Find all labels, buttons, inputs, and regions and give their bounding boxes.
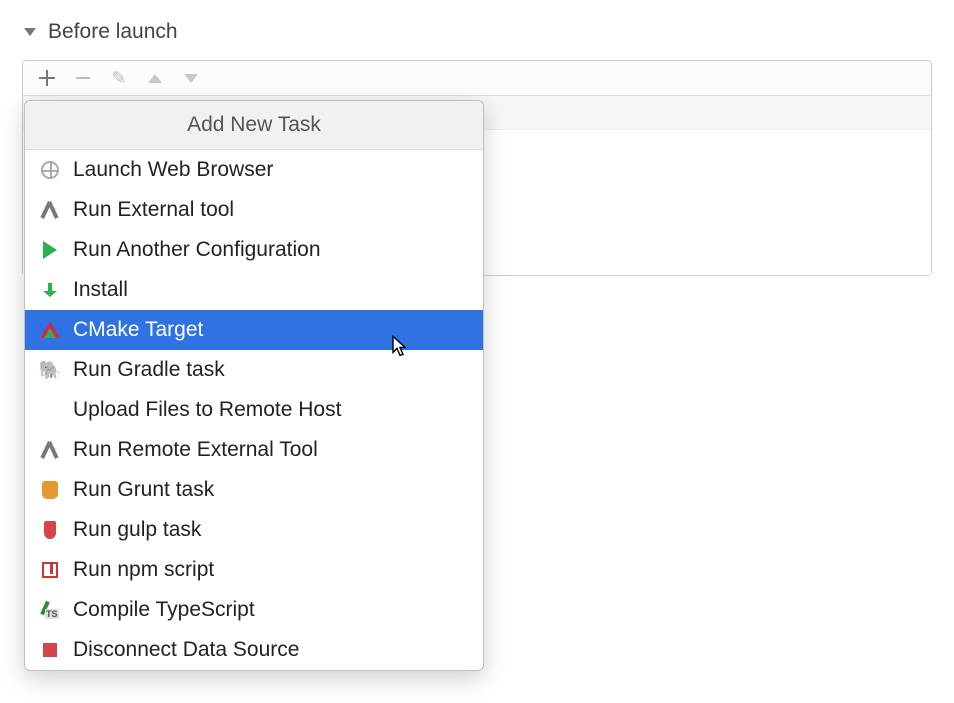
menu-item-run-remote-external-tool[interactable]: Run Remote External Tool bbox=[25, 430, 483, 470]
menu-item-label: Compile TypeScript bbox=[73, 598, 255, 622]
popup-title: Add New Task bbox=[25, 101, 483, 150]
disclosure-triangle-icon[interactable] bbox=[24, 28, 36, 36]
menu-item-label: Run Gradle task bbox=[73, 358, 225, 382]
cmake-icon bbox=[39, 319, 61, 341]
gulp-icon bbox=[39, 519, 61, 541]
menu-item-label: Upload Files to Remote Host bbox=[73, 398, 341, 422]
add-new-task-popup: Add New Task Launch Web Browser Run Exter… bbox=[24, 100, 484, 671]
blank-icon bbox=[39, 399, 61, 421]
play-icon bbox=[39, 239, 61, 261]
plus-icon bbox=[39, 70, 55, 86]
move-down-button[interactable] bbox=[173, 63, 209, 93]
move-up-button[interactable] bbox=[137, 63, 173, 93]
npm-icon bbox=[39, 559, 61, 581]
menu-item-run-grunt-task[interactable]: Run Grunt task bbox=[25, 470, 483, 510]
before-launch-section-header[interactable]: Before launch bbox=[0, 0, 954, 54]
menu-item-run-gulp-task[interactable]: Run gulp task bbox=[25, 510, 483, 550]
menu-item-label: CMake Target bbox=[73, 318, 203, 342]
menu-item-run-another-configuration[interactable]: Run Another Configuration bbox=[25, 230, 483, 270]
menu-item-cmake-target[interactable]: CMake Target bbox=[25, 310, 483, 350]
grunt-icon bbox=[39, 479, 61, 501]
remove-task-button[interactable] bbox=[65, 63, 101, 93]
menu-item-run-gradle-task[interactable]: 🐘 Run Gradle task bbox=[25, 350, 483, 390]
menu-item-label: Run Grunt task bbox=[73, 478, 214, 502]
menu-item-disconnect-data-source[interactable]: Disconnect Data Source bbox=[25, 630, 483, 670]
gradle-icon: 🐘 bbox=[39, 359, 61, 381]
menu-item-launch-web-browser[interactable]: Launch Web Browser bbox=[25, 150, 483, 190]
minus-icon bbox=[76, 77, 90, 79]
arrow-down-icon bbox=[184, 74, 198, 83]
menu-item-label: Run Another Configuration bbox=[73, 238, 321, 262]
menu-item-install[interactable]: Install bbox=[25, 270, 483, 310]
menu-item-label: Disconnect Data Source bbox=[73, 638, 299, 662]
tsc-icon bbox=[39, 599, 61, 621]
add-task-button[interactable] bbox=[29, 63, 65, 93]
menu-item-label: Launch Web Browser bbox=[73, 158, 273, 182]
section-title: Before launch bbox=[48, 20, 178, 44]
tools-icon bbox=[39, 439, 61, 461]
menu-item-label: Run Remote External Tool bbox=[73, 438, 318, 462]
menu-item-label: Run gulp task bbox=[73, 518, 201, 542]
menu-item-compile-typescript[interactable]: Compile TypeScript bbox=[25, 590, 483, 630]
menu-item-upload-files-to-remote-host[interactable]: Upload Files to Remote Host bbox=[25, 390, 483, 430]
arrow-up-icon bbox=[148, 74, 162, 83]
edit-task-button[interactable]: ✎ bbox=[101, 63, 137, 93]
menu-item-label: Run npm script bbox=[73, 558, 214, 582]
menu-item-label: Install bbox=[73, 278, 128, 302]
globe-icon bbox=[39, 159, 61, 181]
menu-item-run-npm-script[interactable]: Run npm script bbox=[25, 550, 483, 590]
install-icon bbox=[39, 279, 61, 301]
menu-item-run-external-tool[interactable]: Run External tool bbox=[25, 190, 483, 230]
tools-icon bbox=[39, 199, 61, 221]
before-launch-toolbar: ✎ bbox=[23, 61, 931, 95]
pencil-icon: ✎ bbox=[111, 68, 126, 89]
square-red-icon bbox=[39, 639, 61, 661]
menu-item-label: Run External tool bbox=[73, 198, 234, 222]
